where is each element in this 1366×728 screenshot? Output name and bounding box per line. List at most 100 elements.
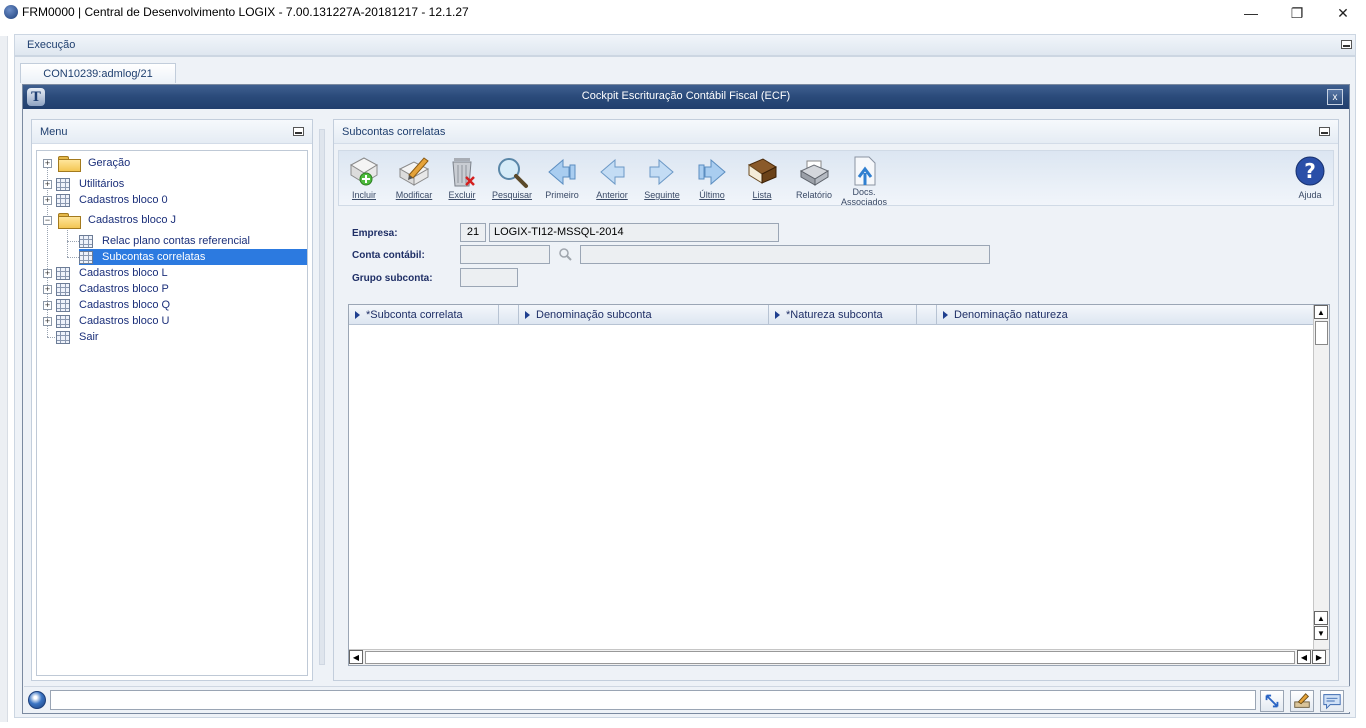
chat-icon[interactable] — [1320, 690, 1344, 712]
tree-item-cadastros-bloco-p[interactable]: + Cadastros bloco P — [43, 281, 172, 297]
scroll-h-thumb[interactable] — [365, 651, 1295, 664]
docs-label-line2: Associados — [840, 197, 888, 207]
zoom-search-icon[interactable] — [558, 247, 572, 261]
execution-minimize-icon[interactable] — [1341, 40, 1352, 49]
tree-item-label: Sair — [79, 331, 99, 343]
tree-item-label: Relac plano contas referencial — [102, 235, 250, 247]
docs-associados-button[interactable]: Docs. Associados — [839, 153, 889, 207]
empresa-code-field[interactable]: 21 — [460, 223, 486, 242]
column-header-natureza-subconta[interactable]: *Natureza subconta — [769, 305, 917, 325]
relatorio-button[interactable]: Relatório — [789, 153, 839, 205]
panel-minimize-icon[interactable] — [1319, 127, 1330, 136]
grid-horizontal-scrollbar[interactable]: ◀ ◀ ▶ — [349, 649, 1329, 665]
menu-minimize-icon[interactable] — [293, 127, 304, 136]
collapse-icon[interactable]: − — [43, 215, 52, 225]
scroll-down-icon[interactable]: ▼ — [1314, 626, 1328, 640]
tab-session[interactable]: CON10239:admlog/21 — [20, 63, 176, 83]
ajuda-label: Ajuda — [1298, 190, 1322, 200]
expand-icon[interactable]: + — [43, 268, 52, 278]
conta-contabil-desc-field — [580, 245, 990, 264]
globe-icon[interactable] — [28, 691, 46, 709]
pesquisar-button[interactable]: Pesquisar — [487, 153, 537, 205]
last-arrow-icon — [698, 158, 726, 186]
grid-icon — [79, 234, 93, 248]
incluir-button[interactable]: Incluir — [339, 153, 389, 205]
minimize-button[interactable]: — — [1228, 0, 1274, 26]
scroll-right-small-icon[interactable]: ◀ — [1297, 650, 1311, 664]
lista-button[interactable]: Lista — [737, 153, 787, 205]
excluir-button[interactable]: Excluir — [437, 153, 487, 205]
printer-icon — [799, 160, 830, 186]
tree-item-utilitarios[interactable]: + Utilitários — [43, 176, 127, 192]
toolbar: Incluir Modificar Excluir Pesquisar Prim… — [338, 150, 1335, 207]
tree-item-cadastros-bloco-l[interactable]: + Cadastros bloco L — [43, 265, 171, 281]
expand-icon[interactable]: + — [43, 195, 52, 205]
column-header-denominacao-natureza[interactable]: Denominação natureza — [937, 305, 1313, 325]
svg-text:?: ? — [1304, 159, 1316, 183]
tree-item-label: Subcontas correlatas — [99, 250, 209, 264]
grid-vertical-scrollbar[interactable]: ▲ ▲ ▼ — [1313, 305, 1329, 649]
grid-icon — [56, 266, 70, 280]
conta-contabil-input[interactable] — [460, 245, 550, 264]
ultimo-button[interactable]: Último — [687, 153, 737, 205]
os-title-bar: FRM0000 | Central de Desenvolvimento LOG… — [0, 0, 1366, 26]
scroll-right-icon[interactable]: ▶ — [1312, 650, 1326, 664]
tree-item-label: Cadastros bloco L — [79, 267, 168, 279]
grupo-subconta-input[interactable] — [460, 268, 518, 287]
scroll-thumb[interactable] — [1315, 321, 1328, 345]
tree-item-cadastros-bloco-q[interactable]: + Cadastros bloco Q — [43, 297, 173, 313]
grid-icon — [79, 250, 93, 264]
expand-icon[interactable]: + — [43, 179, 52, 189]
column-label: Denominação subconta — [536, 309, 652, 321]
grid-icon — [56, 282, 70, 296]
edit-settings-icon[interactable] — [1290, 690, 1314, 712]
previous-arrow-icon — [600, 158, 625, 186]
folder-icon — [58, 156, 81, 172]
window-close-button[interactable]: x — [1327, 89, 1343, 105]
panel-splitter[interactable] — [319, 129, 325, 665]
tree-item-geracao[interactable]: + Geração — [43, 155, 133, 172]
next-arrow-icon — [649, 158, 674, 186]
tree-item-label: Cadastros bloco P — [79, 283, 169, 295]
grid-icon — [56, 177, 70, 191]
tree-item-label: Cadastros bloco Q — [79, 299, 171, 311]
column-label: *Subconta correlata — [366, 309, 463, 321]
column-header-subconta[interactable]: *Subconta correlata — [349, 305, 499, 325]
resize-icon[interactable] — [1260, 690, 1284, 712]
seguinte-button[interactable]: Seguinte — [637, 153, 687, 205]
grid-icon — [56, 330, 70, 344]
edit-pencil-icon — [398, 157, 430, 186]
tree-item-label: Cadastros bloco 0 — [79, 194, 168, 206]
menu-tree: + Geração + Utilitários + Cadastros bloc… — [36, 150, 308, 676]
associated-docs-icon — [854, 156, 876, 186]
primeiro-button[interactable]: Primeiro — [537, 153, 587, 205]
tree-item-cadastros-bloco-j[interactable]: − Cadastros bloco J — [43, 212, 179, 229]
scroll-up-icon[interactable]: ▲ — [1314, 305, 1328, 319]
scroll-left-icon[interactable]: ◀ — [349, 650, 363, 664]
restore-button[interactable]: ❐ — [1274, 0, 1320, 26]
expand-icon[interactable]: + — [43, 158, 52, 168]
tree-item-sair[interactable]: Sair — [56, 329, 102, 345]
window-title-bar: T Cockpit Escrituração Contábil Fiscal (… — [23, 85, 1349, 109]
grid-header: *Subconta correlata Denominação subconta… — [349, 305, 1313, 325]
left-edge-splitter[interactable] — [0, 36, 8, 722]
ajuda-button[interactable]: ? Ajuda — [1285, 153, 1335, 205]
column-arrow-icon — [525, 311, 530, 319]
expand-icon[interactable]: + — [43, 300, 52, 310]
expand-icon[interactable]: + — [43, 316, 52, 326]
tree-item-relac-plano-contas[interactable]: Relac plano contas referencial — [79, 233, 253, 249]
anterior-button[interactable]: Anterior — [587, 153, 637, 205]
scroll-up-small-icon[interactable]: ▲ — [1314, 611, 1328, 625]
status-message-field — [50, 690, 1256, 710]
tree-item-subcontas-correlatas[interactable]: Subcontas correlatas — [79, 249, 307, 265]
ecf-window: T Cockpit Escrituração Contábil Fiscal (… — [22, 84, 1350, 714]
column-arrow-icon — [355, 311, 360, 319]
tree-item-label: Utilitários — [79, 178, 125, 190]
close-button[interactable]: ✕ — [1320, 0, 1366, 26]
tree-item-cadastros-bloco-u[interactable]: + Cadastros bloco U — [43, 313, 173, 329]
expand-icon[interactable]: + — [43, 284, 52, 294]
execution-bar: Execução — [14, 34, 1356, 56]
tree-item-cadastros-bloco-0[interactable]: + Cadastros bloco 0 — [43, 192, 171, 208]
column-header-denominacao-subconta[interactable]: Denominação subconta — [519, 305, 769, 325]
grid-icon — [56, 193, 70, 207]
